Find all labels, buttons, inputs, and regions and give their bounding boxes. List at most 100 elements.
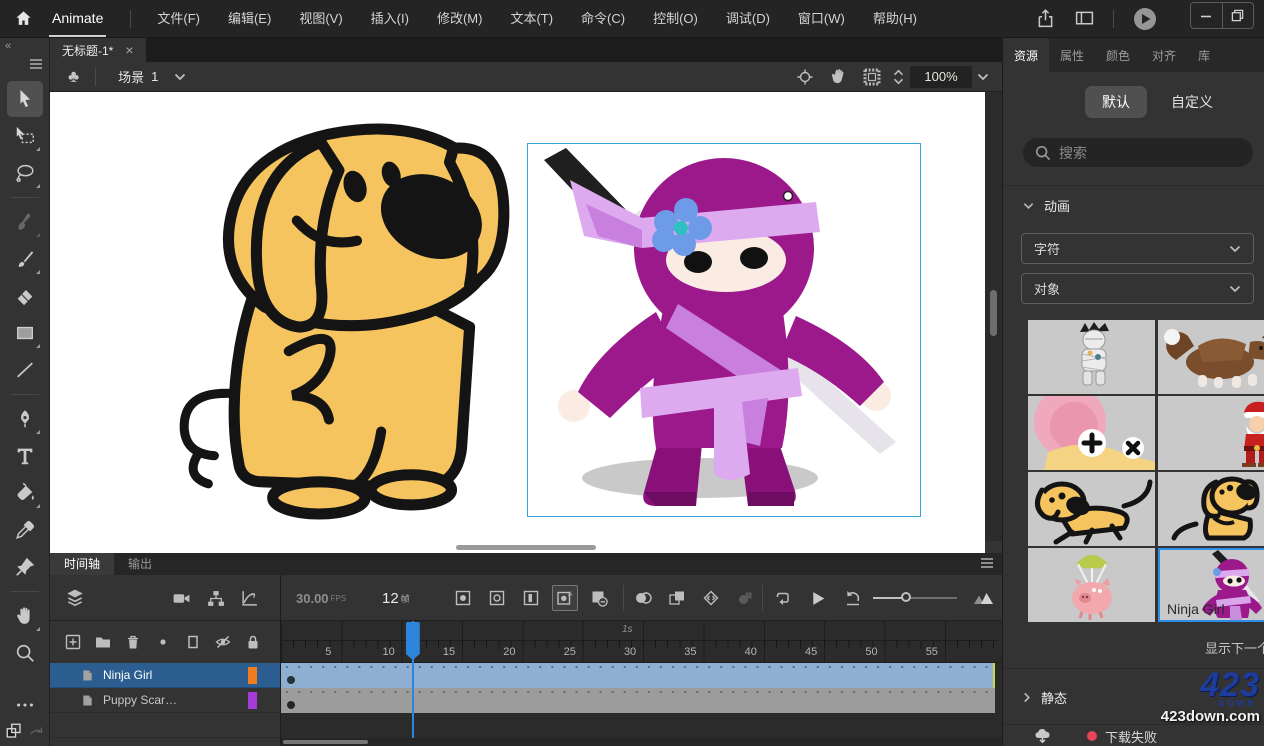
highlight-layer-button[interactable]	[153, 633, 172, 652]
free-transform-tool[interactable]	[7, 118, 43, 154]
current-frame-value[interactable]: 12帧	[382, 575, 410, 621]
asset-thumbnail-mummy[interactable]	[1028, 320, 1155, 394]
timeline-horizontal-scrollbar[interactable]	[281, 738, 1002, 746]
test-movie-play-icon[interactable]	[1132, 6, 1158, 32]
slider-knob[interactable]	[901, 592, 911, 602]
eraser-tool[interactable]	[7, 278, 43, 314]
home-icon[interactable]	[14, 9, 33, 28]
tab-timeline[interactable]: 时间轴	[50, 553, 114, 575]
asset-thumbnail-wolf[interactable]	[1158, 320, 1264, 394]
layer-row-header[interactable]: Puppy Scar…	[50, 688, 280, 713]
clover-stage-icon[interactable]: ♣	[68, 67, 79, 87]
tab-output[interactable]: 输出	[114, 553, 166, 575]
panel-tab-4[interactable]: 库	[1187, 38, 1221, 72]
rewind-button[interactable]	[839, 585, 865, 611]
remove-frames-button[interactable]	[586, 585, 612, 611]
graph-editor-button[interactable]	[236, 585, 262, 611]
default-mode-button[interactable]: 默认	[1085, 86, 1147, 118]
scrollbar-thumb[interactable]	[283, 740, 368, 744]
timeline-panel-menu-icon[interactable]	[980, 557, 994, 569]
add-folder-button[interactable]	[93, 633, 112, 652]
layer-row-header[interactable]: Ninja Girl	[50, 663, 280, 688]
document-tab[interactable]: 无标题-1* ×	[50, 38, 146, 62]
zoom-stepper[interactable]	[893, 69, 904, 85]
line-tool[interactable]	[7, 352, 43, 388]
insert-frame-button[interactable]	[518, 585, 544, 611]
timeline-ruler[interactable]: 1s 510152025303540455055	[50, 621, 1002, 663]
menu-item-3[interactable]: 插入(I)	[357, 0, 423, 38]
puppy-artwork[interactable]	[168, 100, 514, 520]
fluid-brush-tool[interactable]	[7, 204, 43, 240]
camera-button[interactable]	[168, 585, 194, 611]
insert-blank-keyframe-button[interactable]	[484, 585, 510, 611]
fps-value[interactable]: 30.00FPS	[296, 575, 346, 621]
menu-item-2[interactable]: 视图(V)	[285, 0, 356, 38]
delete-layer-button[interactable]	[123, 633, 142, 652]
timeline-zoom-slider[interactable]	[873, 597, 957, 599]
menu-item-0[interactable]: 文件(F)	[143, 0, 214, 38]
overlap-squares-icon[interactable]	[5, 722, 23, 740]
menu-item-7[interactable]: 控制(O)	[639, 0, 712, 38]
insert-keyframe-button[interactable]	[450, 585, 476, 611]
custom-mode-button[interactable]: 自定义	[1161, 86, 1223, 118]
menu-item-9[interactable]: 窗口(W)	[784, 0, 859, 38]
advanced-layers-button[interactable]	[202, 585, 228, 611]
layer-name[interactable]: Ninja Girl	[103, 668, 152, 682]
collapse-panel-icon[interactable]: «	[5, 40, 10, 52]
asset-thumbnail-santa[interactable]	[1158, 396, 1264, 470]
layer-name[interactable]: Puppy Scar…	[103, 693, 177, 707]
chevron-down-icon[interactable]	[1023, 202, 1034, 210]
asset-thumbnail-ninja-girl[interactable]: Ninja Girl	[1158, 548, 1264, 622]
asset-thumbnail-puppy-sitting[interactable]	[1158, 472, 1264, 546]
lock-all-layers-button[interactable]	[243, 633, 262, 652]
menu-item-6[interactable]: 命令(C)	[567, 0, 639, 38]
rotate-hand-icon[interactable]	[829, 67, 848, 86]
selection-outline[interactable]	[527, 143, 921, 517]
ninja-girl-artwork[interactable]	[528, 144, 920, 516]
layer-row[interactable]: Puppy Scar…	[50, 688, 1002, 713]
menu-item-5[interactable]: 文本(T)	[496, 0, 567, 38]
object-filter-dropdown[interactable]: 对象	[1021, 273, 1254, 304]
panel-tab-3[interactable]: 对齐	[1141, 38, 1187, 72]
share-icon[interactable]	[1035, 8, 1056, 29]
menu-item-1[interactable]: 编辑(E)	[214, 0, 285, 38]
canvas-horizontal-scrollbar[interactable]	[50, 541, 985, 553]
playhead[interactable]	[406, 622, 420, 660]
add-layer-button[interactable]	[63, 633, 82, 652]
layer-frames[interactable]	[281, 688, 995, 713]
frame-size-icon[interactable]	[973, 589, 995, 606]
scrollbar-thumb[interactable]	[990, 290, 997, 336]
stage-canvas[interactable]	[50, 92, 985, 541]
asset-thumbnail-pig-parachute[interactable]	[1028, 548, 1155, 622]
hand-tool[interactable]	[7, 598, 43, 634]
layer-frames[interactable]	[281, 663, 995, 688]
character-filter-dropdown[interactable]: 字符	[1021, 233, 1254, 264]
layer-stack-button[interactable]	[62, 585, 88, 611]
clip-content-icon[interactable]	[863, 68, 881, 86]
paint-bucket-tool[interactable]	[7, 475, 43, 511]
hide-all-layers-button[interactable]	[213, 633, 232, 652]
close-icon[interactable]: ×	[125, 44, 133, 56]
auto-keyframe-button[interactable]: A	[552, 585, 578, 611]
text-tool[interactable]	[7, 438, 43, 474]
insert-tween-button[interactable]	[732, 585, 758, 611]
menu-item-10[interactable]: 帮助(H)	[859, 0, 931, 38]
center-stage-icon[interactable]	[796, 68, 814, 86]
workspace-icon[interactable]	[1074, 8, 1095, 29]
panel-tab-1[interactable]: 属性	[1049, 38, 1095, 72]
asset-thumbnail-snail[interactable]	[1028, 396, 1155, 470]
search-field[interactable]	[1023, 138, 1253, 167]
panel-tab-0[interactable]: 资源	[1003, 38, 1049, 72]
scrollbar-thumb[interactable]	[456, 545, 596, 550]
zoom-dropdown-chevron-icon[interactable]	[972, 66, 994, 88]
menu-item-8[interactable]: 调试(D)	[712, 0, 784, 38]
curved-arrow-icon[interactable]	[27, 722, 45, 740]
lasso-tool[interactable]	[7, 155, 43, 191]
search-input[interactable]	[1059, 145, 1229, 161]
asset-thumbnail-puppy-running[interactable]	[1028, 472, 1155, 546]
minimize-button[interactable]	[1191, 3, 1222, 28]
empty-layer-row[interactable]	[50, 713, 280, 738]
panel-tab-2[interactable]: 颜色	[1095, 38, 1141, 72]
canvas-vertical-scrollbar[interactable]	[985, 92, 1002, 541]
chevron-right-icon[interactable]	[1023, 692, 1031, 703]
